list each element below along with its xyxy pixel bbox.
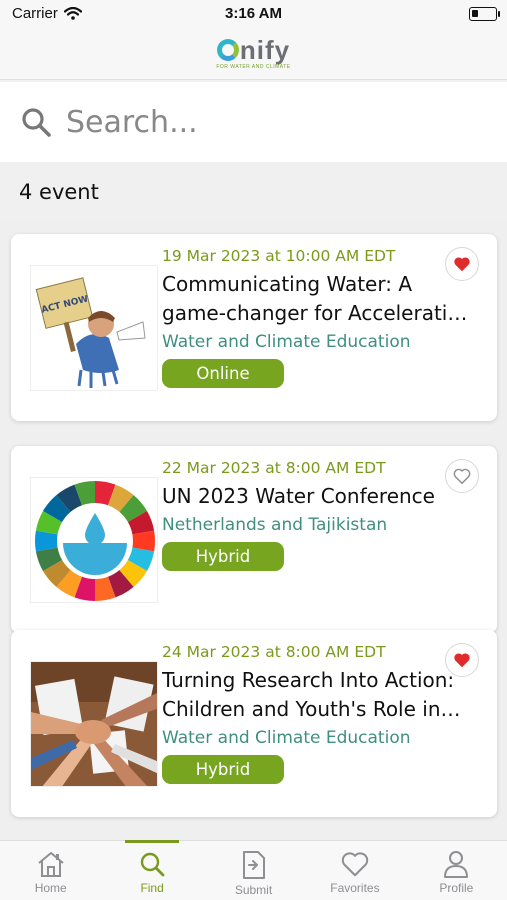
person-icon: [444, 851, 469, 878]
event-mode-badge: Hybrid: [162, 755, 284, 784]
heart-filled-icon: [454, 653, 470, 668]
event-category: Netherlands and Tajikistan: [162, 515, 388, 535]
tab-find[interactable]: Find: [101, 840, 202, 900]
event-list[interactable]: ACT NOW 19 Mar 2023 at 10:00 AM EDT Comm…: [0, 222, 507, 840]
tab-favorites-label: Favorites: [330, 881, 380, 895]
event-title[interactable]: UN 2023 Water Conference: [162, 482, 482, 511]
tab-favorites[interactable]: Favorites: [304, 841, 405, 900]
status-bar: Carrier 3:16 AM: [0, 0, 507, 28]
search-bar[interactable]: [0, 82, 507, 162]
results-count: 4 event: [19, 180, 99, 204]
event-category: Water and Climate Education: [162, 332, 411, 352]
tab-profile[interactable]: Profile: [406, 841, 507, 900]
clock: 3:16 AM: [225, 5, 282, 22]
event-title[interactable]: Communicating Water: A game-changer for …: [162, 270, 482, 328]
event-title[interactable]: Turning Research Into Action: Children a…: [162, 666, 482, 724]
event-info: 19 Mar 2023 at 10:00 AM EDT Communicatin…: [162, 247, 482, 388]
tab-submit[interactable]: Submit: [203, 841, 304, 900]
submit-icon: [242, 851, 265, 879]
event-image: [30, 477, 158, 603]
event-date: 19 Mar 2023 at 10:00 AM EDT: [162, 247, 396, 265]
logo-text: nify: [239, 35, 291, 65]
favorite-button[interactable]: [445, 643, 479, 677]
home-icon: [38, 852, 64, 877]
search-input[interactable]: [66, 104, 486, 140]
logo-tagline: FOR WATER AND CLIMATE: [216, 64, 291, 70]
event-mode-badge: Hybrid: [162, 542, 284, 571]
heart-outline-icon: [453, 468, 471, 484]
event-category: Water and Climate Education: [162, 728, 411, 748]
event-card[interactable]: 24 Mar 2023 at 8:00 AM EDT Turning Resea…: [11, 630, 497, 817]
bottom-tab-bar: Home Find Submit Favorites Profile: [0, 840, 507, 900]
search-icon: [22, 108, 51, 137]
heart-filled-icon: [454, 257, 470, 272]
battery-icon: [469, 7, 500, 21]
results-count-row: 4 event: [0, 162, 507, 222]
event-card[interactable]: ACT NOW 19 Mar 2023 at 10:00 AM EDT Comm…: [11, 234, 497, 421]
app-logo: nify FOR WATER AND CLIMATE: [216, 37, 290, 70]
favorite-button[interactable]: [445, 247, 479, 281]
event-date: 22 Mar 2023 at 8:00 AM EDT: [162, 459, 386, 477]
event-info: 24 Mar 2023 at 8:00 AM EDT Turning Resea…: [162, 643, 482, 784]
search-icon: [140, 852, 165, 877]
tab-profile-label: Profile: [439, 881, 474, 895]
favorite-button[interactable]: [445, 459, 479, 493]
event-image: ACT NOW: [30, 265, 158, 391]
event-image: [30, 661, 158, 787]
event-info: 22 Mar 2023 at 8:00 AM EDT UN 2023 Water…: [162, 459, 482, 571]
heart-icon: [341, 852, 369, 877]
tab-home-label: Home: [34, 881, 67, 895]
event-date: 24 Mar 2023 at 8:00 AM EDT: [162, 643, 386, 661]
event-mode-badge: Online: [162, 359, 284, 388]
logo-o-icon: [216, 39, 239, 61]
app-header: nify FOR WATER AND CLIMATE: [0, 28, 507, 80]
tab-find-label: Find: [140, 881, 164, 895]
tab-home[interactable]: Home: [0, 841, 101, 900]
tab-submit-label: Submit: [234, 883, 273, 897]
event-card[interactable]: 22 Mar 2023 at 8:00 AM EDT UN 2023 Water…: [11, 446, 497, 633]
